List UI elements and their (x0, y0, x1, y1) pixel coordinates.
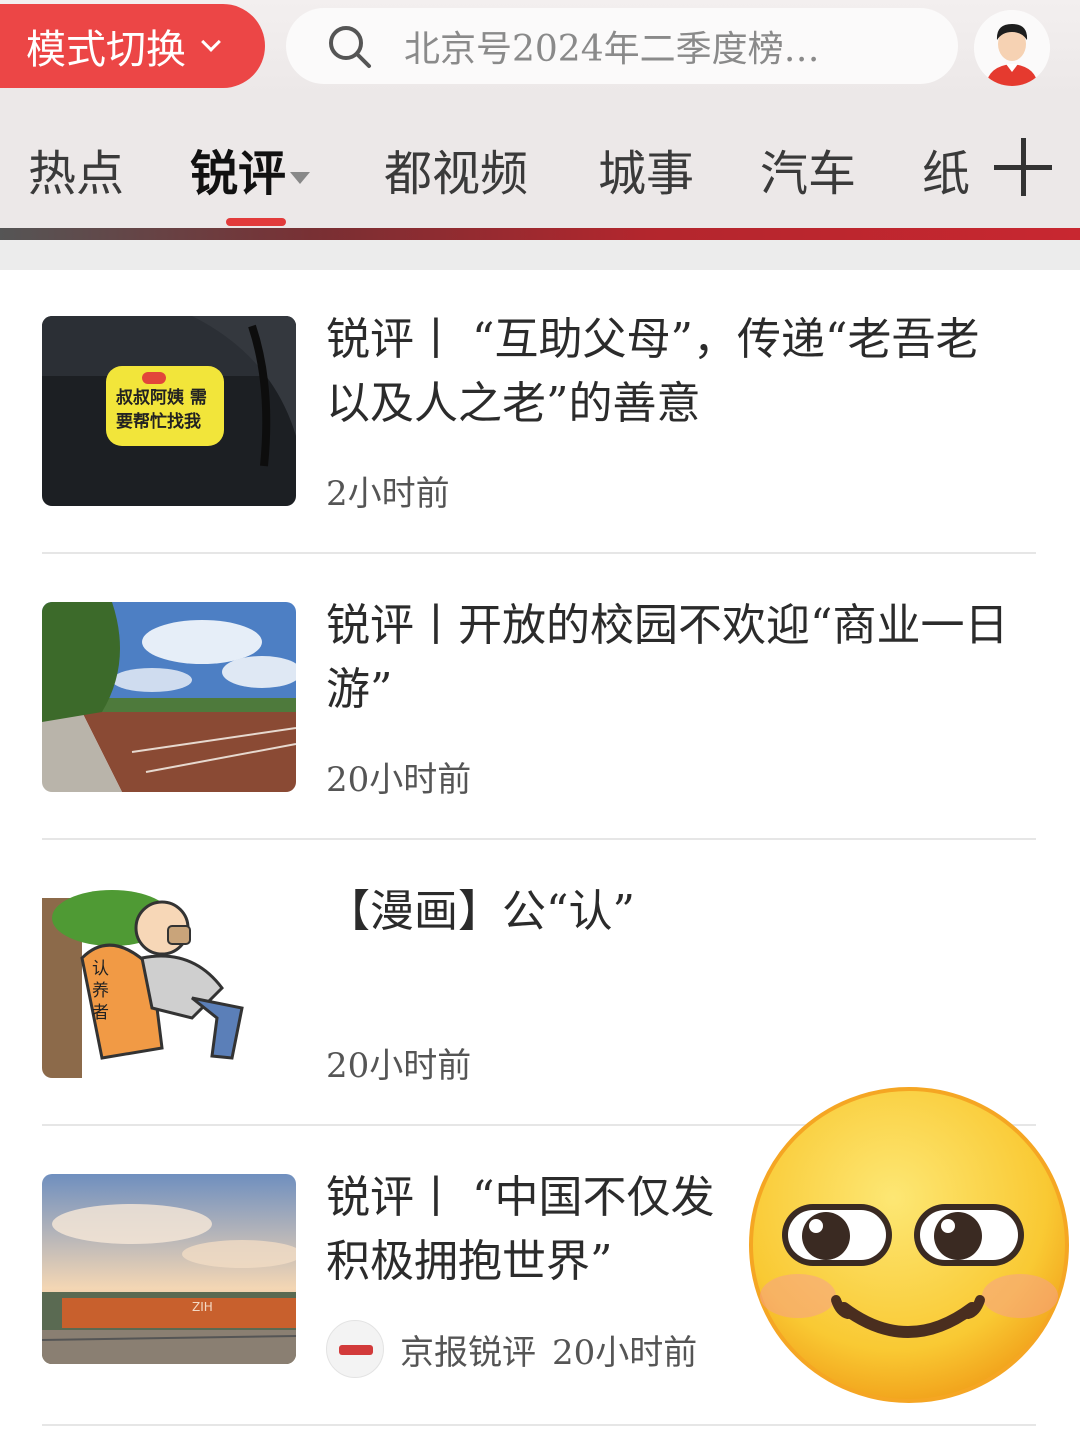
news-title: 【漫画】公“认” (326, 886, 635, 937)
header-divider (0, 240, 1080, 270)
top-bar: 模式切换 北京号2024年二季度榜… (0, 0, 1080, 96)
news-thumbnail: 认养者 (42, 888, 296, 1078)
news-title: 锐评丨 “互助父母”，传递“老吾老以及人之老”的善意 (326, 314, 980, 429)
search-icon (329, 26, 371, 68)
tab-commentary-label: 锐评 (190, 146, 287, 202)
divider (42, 552, 1036, 554)
news-thumbnail: ZIH (42, 1174, 296, 1364)
user-avatar-icon (974, 10, 1050, 86)
search-placeholder: 北京号2024年二季度榜… (404, 29, 820, 70)
thumbnail-caption: 叔叔阿姨 需要帮忙找我 (116, 388, 207, 432)
add-channel-icon[interactable] (994, 138, 1052, 196)
news-time: 20小时前 (552, 1332, 698, 1373)
tab-video[interactable]: 都视频 (384, 134, 528, 204)
mode-switch-label: 模式切换 (26, 27, 186, 73)
news-photo-image (42, 602, 296, 792)
divider (42, 1424, 1036, 1426)
list-item[interactable]: 锐评丨开放的校园不欢迎“商业一日游” 20小时前 (42, 600, 1036, 888)
mode-switch-button[interactable]: 模式切换 (0, 4, 265, 88)
thumbnail-caption: ZIH (192, 1300, 213, 1314)
news-source[interactable]: 京报锐评 (400, 1325, 536, 1374)
news-time: 20小时前 (326, 760, 472, 800)
tab-auto[interactable]: 汽车 (760, 134, 856, 204)
news-source-row: 京报锐评 20小时前 (326, 1320, 697, 1378)
divider (42, 838, 1036, 840)
header-accent-strip (0, 228, 1080, 240)
comic-image (42, 888, 296, 1078)
news-photo-image (42, 1174, 296, 1364)
thumbnail-caption: 认养者 (92, 959, 109, 1023)
news-time: 2小时前 (326, 474, 450, 514)
channel-tabs: 热点 锐评 都视频 城事 汽车 纸 (0, 96, 1080, 232)
list-item[interactable]: 叔叔阿姨 需要帮忙找我 锐评丨 “互助父母”，传递“老吾老以及人之老”的善意 2… (42, 314, 1036, 602)
news-title: 锐评丨开放的校园不欢迎“商业一日游” (326, 600, 1009, 715)
active-tab-indicator (226, 218, 286, 226)
tab-hot[interactable]: 热点 (28, 134, 124, 204)
avatar[interactable] (974, 10, 1050, 86)
tab-city[interactable]: 城事 (598, 134, 694, 204)
chevron-down-icon (201, 32, 221, 52)
tab-commentary[interactable]: 锐评 (190, 134, 311, 204)
news-thumbnail: 叔叔阿姨 需要帮忙找我 (42, 316, 296, 506)
smiling-face-emoji-icon (749, 1087, 1069, 1403)
news-thumbnail (42, 602, 296, 792)
caret-down-icon (290, 171, 311, 184)
news-time: 20小时前 (326, 1046, 472, 1086)
source-logo-icon (326, 1320, 384, 1378)
search-bar[interactable]: 北京号2024年二季度榜… (286, 8, 958, 84)
tab-paper[interactable]: 纸 (922, 134, 970, 204)
